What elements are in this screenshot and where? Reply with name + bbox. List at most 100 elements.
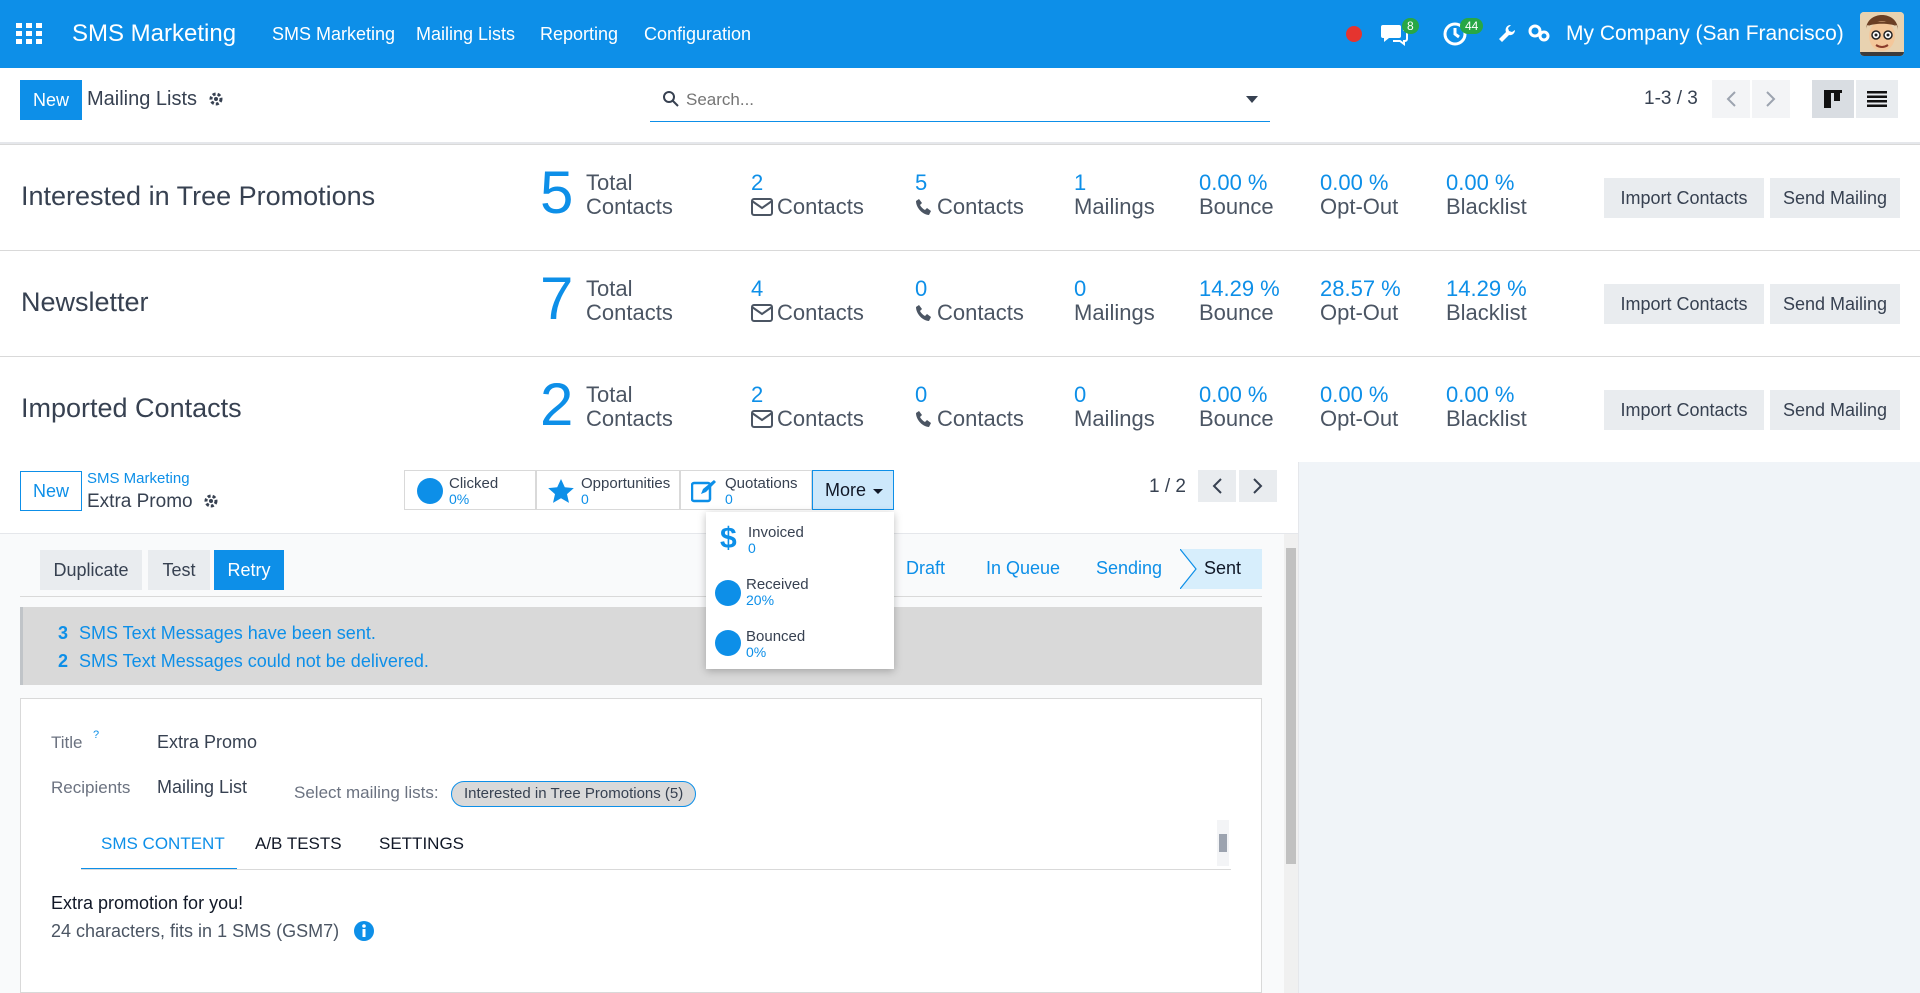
import-contacts-button[interactable]: Import Contacts	[1604, 390, 1764, 430]
record-gear-icon[interactable]	[203, 493, 219, 514]
stat-value: 28.57 %	[1320, 276, 1401, 301]
received-stat-button[interactable]: Received 20%	[706, 572, 894, 616]
bounce-stat[interactable]: 0.00 % Bounce	[1199, 171, 1274, 219]
title-help-icon[interactable]: ?	[93, 729, 99, 741]
scrollbar-thumb[interactable]	[1286, 548, 1296, 864]
list-view-button[interactable]	[1856, 80, 1898, 118]
phone-contacts-stat[interactable]: 0 Contacts	[915, 277, 1024, 325]
mailing-list-card[interactable]: Imported Contacts 2 Total Contacts 2 Contacts…	[0, 356, 1920, 462]
blacklist-stat[interactable]: 0.00 % Blacklist	[1446, 171, 1527, 219]
search-options-caret-icon[interactable]	[1246, 96, 1258, 103]
breadcrumb-sms-marketing[interactable]: SMS Marketing	[87, 470, 190, 487]
kanban-view-button[interactable]	[1812, 80, 1854, 118]
failed-count-link[interactable]: 2	[58, 651, 68, 672]
phone-contacts-stat[interactable]: 5 Contacts	[915, 171, 1024, 219]
phone-icon	[916, 305, 931, 321]
phone-contacts-stat[interactable]: 0 Contacts	[915, 383, 1024, 431]
tab-ab-tests[interactable]: A/B TESTS	[255, 834, 342, 854]
blacklist-stat[interactable]: 14.29 % Blacklist	[1446, 277, 1527, 325]
recipients-field[interactable]: Mailing List	[157, 777, 247, 798]
send-mailing-button[interactable]: Send Mailing	[1770, 178, 1900, 218]
new-record-button[interactable]: New	[20, 471, 82, 511]
mailing-list-card[interactable]: Interested in Tree Promotions 5 Total Conta…	[0, 144, 1920, 250]
debug-wrench-icon[interactable]	[1498, 24, 1516, 49]
mailing-list-name[interactable]: Interested in Tree Promotions	[21, 181, 375, 212]
stat-label: Contacts	[777, 194, 864, 219]
mailings-stat[interactable]: 0 Mailings	[1074, 383, 1155, 431]
recording-dot-icon[interactable]	[1346, 26, 1362, 42]
sent-count-link[interactable]: 3	[58, 623, 68, 644]
failed-message-link[interactable]: SMS Text Messages could not be delivered…	[79, 651, 429, 672]
company-switch-icon[interactable]	[1528, 23, 1550, 48]
blacklist-stat[interactable]: 0.00 % Blacklist	[1446, 383, 1527, 431]
email-contacts-stat[interactable]: 2 Contacts	[751, 383, 864, 431]
optout-stat[interactable]: 0.00 % Opt-Out	[1320, 171, 1398, 219]
star-icon	[547, 478, 575, 509]
stage-in-queue[interactable]: In Queue	[986, 558, 1060, 579]
chevron-left-icon	[1212, 478, 1222, 494]
bounced-stat-button[interactable]: Bounced 0%	[706, 624, 894, 668]
retry-button[interactable]: Retry	[214, 550, 284, 590]
messages-badge: 8	[1402, 18, 1419, 34]
scrollbar-thumb[interactable]	[1219, 834, 1227, 852]
bounce-stat[interactable]: 0.00 % Bounce	[1199, 383, 1274, 431]
total-contacts-count[interactable]: 2	[540, 375, 573, 435]
total-contacts-count[interactable]: 5	[540, 163, 573, 223]
import-contacts-button[interactable]: Import Contacts	[1604, 284, 1764, 324]
edit-icon	[690, 479, 717, 508]
tabs-scrollbar[interactable]	[1217, 820, 1229, 866]
company-switcher[interactable]: My Company (San Francisco)	[1566, 22, 1844, 46]
duplicate-button[interactable]: Duplicate	[40, 550, 142, 590]
test-button[interactable]: Test	[148, 550, 210, 590]
delivery-alert: 3 SMS Text Messages have been sent. 2 SM…	[20, 607, 1262, 685]
title-field[interactable]: Extra Promo	[157, 732, 257, 753]
search-bar[interactable]	[650, 80, 1270, 122]
mailing-list-name[interactable]: Imported Contacts	[21, 393, 242, 424]
sent-message-link[interactable]: SMS Text Messages have been sent.	[79, 623, 376, 644]
invoiced-stat-button[interactable]: $ Invoiced 0	[706, 520, 894, 564]
app-menu-icon[interactable]	[16, 23, 42, 45]
pager-prev-button[interactable]	[1712, 80, 1750, 118]
stage-sent[interactable]: Sent	[1180, 549, 1262, 589]
mailings-stat[interactable]: 1 Mailings	[1074, 171, 1155, 219]
quotations-stat-button[interactable]: Quotations 0	[680, 470, 812, 510]
send-mailing-button[interactable]: Send Mailing	[1770, 390, 1900, 430]
new-list-button[interactable]: New	[20, 80, 82, 120]
form-scrollbar[interactable]	[1284, 534, 1298, 993]
opportunities-stat-button[interactable]: Opportunities 0	[536, 470, 680, 510]
stage-draft[interactable]: Draft	[906, 558, 945, 579]
optout-stat[interactable]: 0.00 % Opt-Out	[1320, 383, 1398, 431]
email-contacts-stat[interactable]: 2 Contacts	[751, 171, 864, 219]
stat-value: 0	[915, 276, 928, 301]
clicked-stat-button[interactable]: Clicked 0%	[404, 470, 536, 510]
search-input[interactable]	[686, 86, 1226, 114]
pager-next-button[interactable]	[1752, 80, 1790, 118]
info-circle-icon[interactable]	[353, 920, 375, 947]
bounce-stat[interactable]: 14.29 % Bounce	[1199, 277, 1280, 325]
record-prev-button[interactable]	[1198, 470, 1236, 502]
send-mailing-button[interactable]: Send Mailing	[1770, 284, 1900, 324]
gear-icon[interactable]	[208, 91, 224, 112]
tab-sms-content[interactable]: SMS CONTENT	[101, 834, 225, 854]
stage-sending[interactable]: Sending	[1096, 558, 1162, 579]
tab-settings[interactable]: SETTINGS	[379, 834, 464, 854]
stat-value: 0.00 %	[1446, 170, 1515, 195]
sms-body-text[interactable]: Extra promotion for you!	[51, 893, 243, 914]
menu-reporting[interactable]: Reporting	[540, 24, 618, 45]
mailing-list-tag[interactable]: Interested in Tree Promotions (5)	[451, 781, 697, 807]
record-next-button[interactable]	[1239, 470, 1277, 502]
mailing-list-name[interactable]: Newsletter	[21, 287, 149, 318]
menu-configuration[interactable]: Configuration	[644, 24, 751, 45]
mailing-list-card[interactable]: Newsletter 7 Total Contacts 4 Contacts 0 Contac…	[0, 250, 1920, 356]
total-contacts-count[interactable]: 7	[540, 269, 573, 329]
stat-label: Contacts	[777, 300, 864, 325]
optout-stat[interactable]: 28.57 % Opt-Out	[1320, 277, 1401, 325]
email-contacts-stat[interactable]: 4 Contacts	[751, 277, 864, 325]
menu-mailing-lists[interactable]: Mailing Lists	[416, 24, 515, 45]
app-brand[interactable]: SMS Marketing	[72, 20, 236, 48]
menu-sms-marketing[interactable]: SMS Marketing	[272, 24, 395, 45]
mailings-stat[interactable]: 0 Mailings	[1074, 277, 1155, 325]
import-contacts-button[interactable]: Import Contacts	[1604, 178, 1764, 218]
more-button[interactable]: More	[812, 470, 894, 510]
user-avatar[interactable]	[1860, 12, 1904, 56]
